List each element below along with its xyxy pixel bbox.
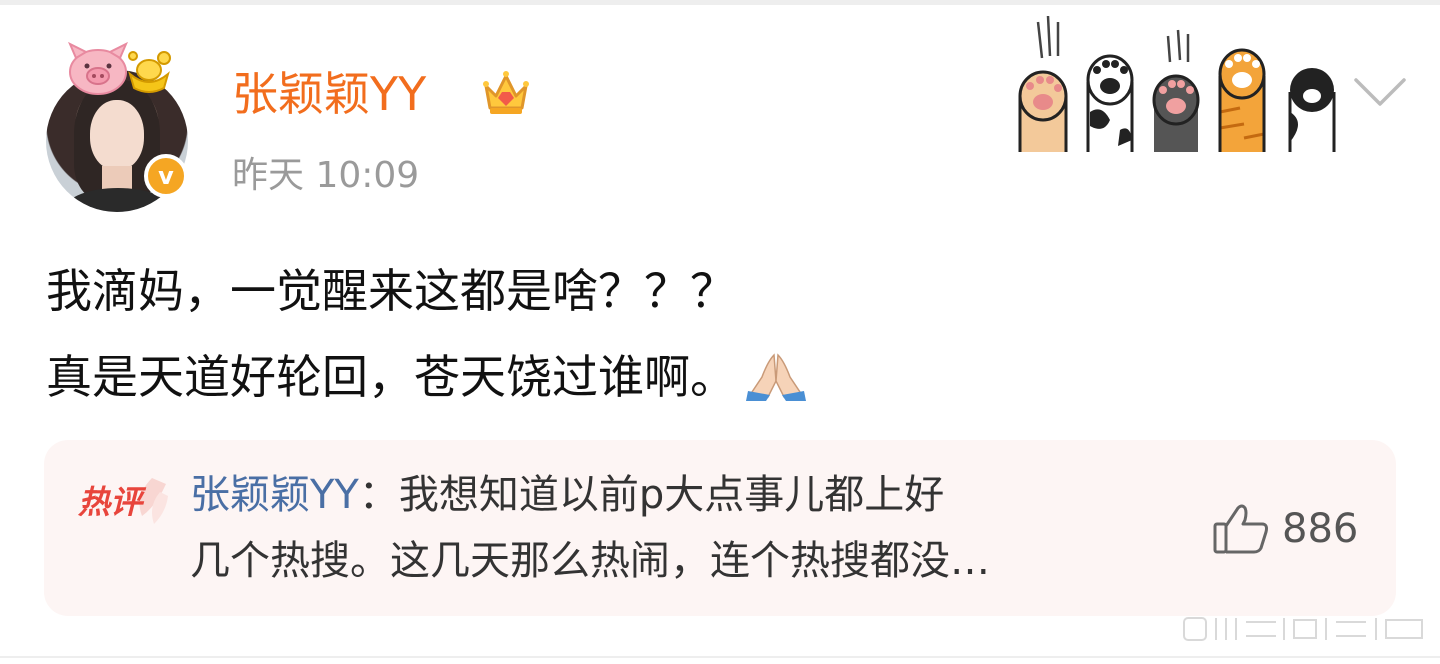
crown-icon	[483, 71, 529, 114]
author-name[interactable]: 张颖颖YY	[232, 62, 426, 126]
bottom-divider	[0, 656, 1440, 658]
hot-comment-text-1: 我想知道以前p大点事儿都上好	[398, 472, 945, 518]
hot-comment-author[interactable]: 张颖颖YY	[190, 472, 359, 518]
post-line-2: 真是天道好轮回，苍天饶过谁啊。	[46, 334, 808, 420]
post-line-1: 我滴妈，一觉醒来这都是啥？？？	[46, 264, 736, 318]
hot-comment-line-2: 几个热搜。这几天那么热闹，连个热搜都没…	[190, 538, 990, 584]
hot-comment-line-1: 张颖颖YY：我想知道以前p大点事儿都上好	[190, 462, 1190, 528]
verified-badge: v	[144, 154, 188, 198]
chevron-down-icon[interactable]	[1352, 74, 1408, 110]
hot-comment-label: 热评	[78, 483, 143, 521]
post-timestamp: 昨天 10:09	[232, 155, 420, 196]
like-count: 886	[1282, 506, 1359, 552]
post-content: 我滴妈，一觉醒来这都是啥？？？ 真是天道好轮回，苍天饶过谁啊。	[46, 248, 808, 420]
thumbs-up-icon	[1213, 504, 1268, 554]
top-divider	[0, 0, 1440, 5]
post-line-2-text: 真是天道好轮回，苍天饶过谁啊。	[46, 350, 736, 404]
gold-ingot-icon	[128, 51, 171, 93]
hot-comment-text: 张颖颖YY：我想知道以前p大点事儿都上好 几个热搜。这几天那么热闹，连个热搜都没…	[190, 462, 1190, 594]
paws-decoration	[1018, 15, 1336, 152]
avatar-container[interactable]: v	[36, 34, 196, 212]
hot-comment-card[interactable]: 热评 张颖颖YY：我想知道以前p大点事儿都上好 几个热搜。这几天那么热闹，连个热…	[44, 440, 1396, 616]
hot-comment-separator: ：	[358, 472, 399, 518]
watermark-logo	[1183, 617, 1423, 641]
pray-icon	[746, 353, 806, 401]
pig-icon	[68, 41, 128, 95]
